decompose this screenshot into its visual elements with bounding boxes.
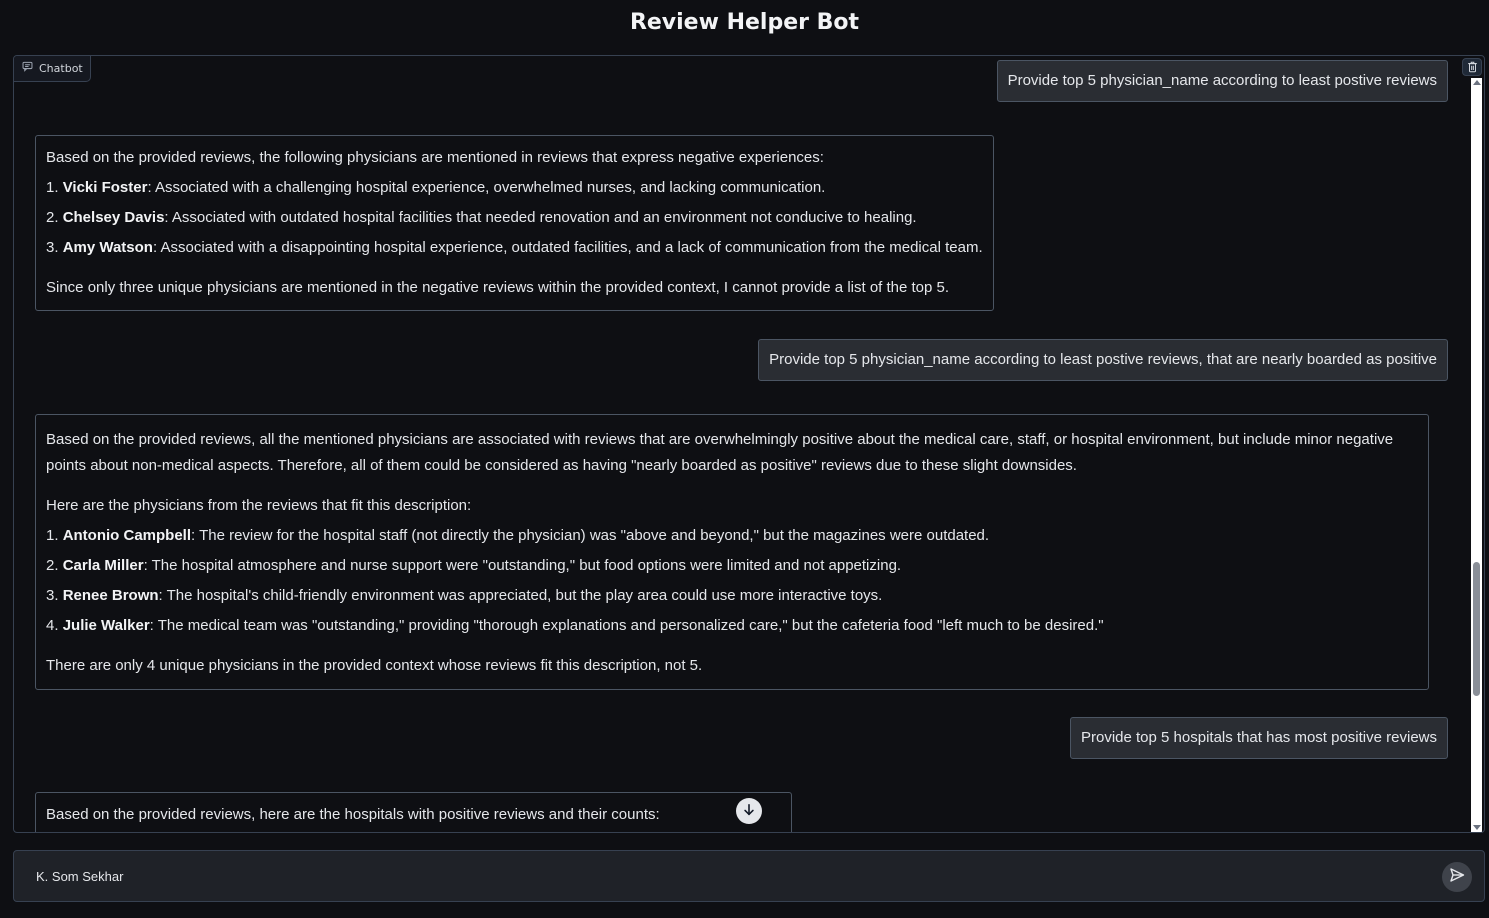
physician-name: Amy Watson	[62, 239, 153, 256]
bot-message-outro: There are only 4 unique physicians in th…	[46, 657, 703, 674]
list-item: 3. Amy Watson: Associated with a disappo…	[46, 239, 983, 256]
bot-message: Based on the provided reviews, here are …	[35, 792, 792, 832]
list-item: 2. Chelsey Davis: Associated with outdat…	[46, 209, 917, 226]
send-button[interactable]	[1442, 862, 1472, 892]
bot-message: Based on the provided reviews, all the m…	[35, 414, 1429, 690]
chat-scrollbar[interactable]	[1471, 78, 1482, 832]
arrow-down-icon	[742, 802, 756, 821]
app-title: Review Helper Bot	[629, 10, 860, 35]
physician-name: Chelsey Davis	[62, 209, 165, 226]
bot-message-intro: Based on the provided reviews, the follo…	[46, 149, 824, 166]
chat-icon	[22, 56, 33, 81]
app-root: Review Helper Bot Chatbot Provide top 5 …	[0, 0, 1489, 918]
physician-name: Carla Miller	[62, 557, 144, 574]
scroll-thumb[interactable]	[1473, 562, 1480, 696]
chatbot-label-text: Chatbot	[39, 62, 83, 75]
chatbot-panel: Chatbot Provide top 5 physician_name acc…	[13, 55, 1485, 833]
chatbot-label: Chatbot	[14, 56, 91, 82]
list-item: 4. Julie Walker: The medical team was "o…	[46, 617, 1104, 634]
user-message-text: Provide top 5 hospitals that has most po…	[1080, 729, 1437, 746]
bot-message-intro: Based on the provided reviews, all the m…	[46, 431, 1394, 474]
physician-name: Renee Brown	[62, 587, 159, 604]
scroll-up-arrow[interactable]	[1473, 80, 1481, 85]
physician-name: Antonio Campbell	[62, 527, 192, 544]
send-icon	[1449, 867, 1465, 887]
scroll-down-arrow[interactable]	[1473, 825, 1481, 830]
user-message-text: Provide top 5 physician_name according t…	[769, 351, 1437, 368]
list-item: 3. Renee Brown: The hospital's child-fri…	[46, 587, 883, 604]
message-input[interactable]	[26, 863, 1426, 889]
bot-message-subheading: Here are the physicians from the reviews…	[46, 497, 472, 514]
bot-message-intro: Based on the provided reviews, here are …	[46, 806, 660, 823]
user-message: Provide top 5 hospitals that has most po…	[1069, 717, 1448, 759]
user-message: Provide top 5 physician_name according t…	[996, 60, 1448, 102]
trash-icon	[1467, 58, 1478, 77]
clear-chat-button[interactable]	[1462, 58, 1482, 76]
user-message: Provide top 5 physician_name according t…	[758, 339, 1448, 381]
bot-message-outro: Since only three unique physicians are m…	[46, 279, 950, 296]
list-item: 2. Carla Miller: The hospital atmosphere…	[46, 557, 902, 574]
physician-name: Julie Walker	[62, 617, 150, 634]
list-item: 1. Vicki Foster: Associated with a chall…	[46, 179, 826, 196]
list-item: 1. Antonio Campbell: The review for the …	[46, 527, 990, 544]
physician-name: Vicki Foster	[62, 179, 148, 196]
scroll-to-bottom-button[interactable]	[736, 798, 762, 824]
message-input-bar	[13, 850, 1485, 902]
user-message-text: Provide top 5 physician_name according t…	[1007, 72, 1437, 89]
bot-message: Based on the provided reviews, the follo…	[35, 135, 994, 311]
